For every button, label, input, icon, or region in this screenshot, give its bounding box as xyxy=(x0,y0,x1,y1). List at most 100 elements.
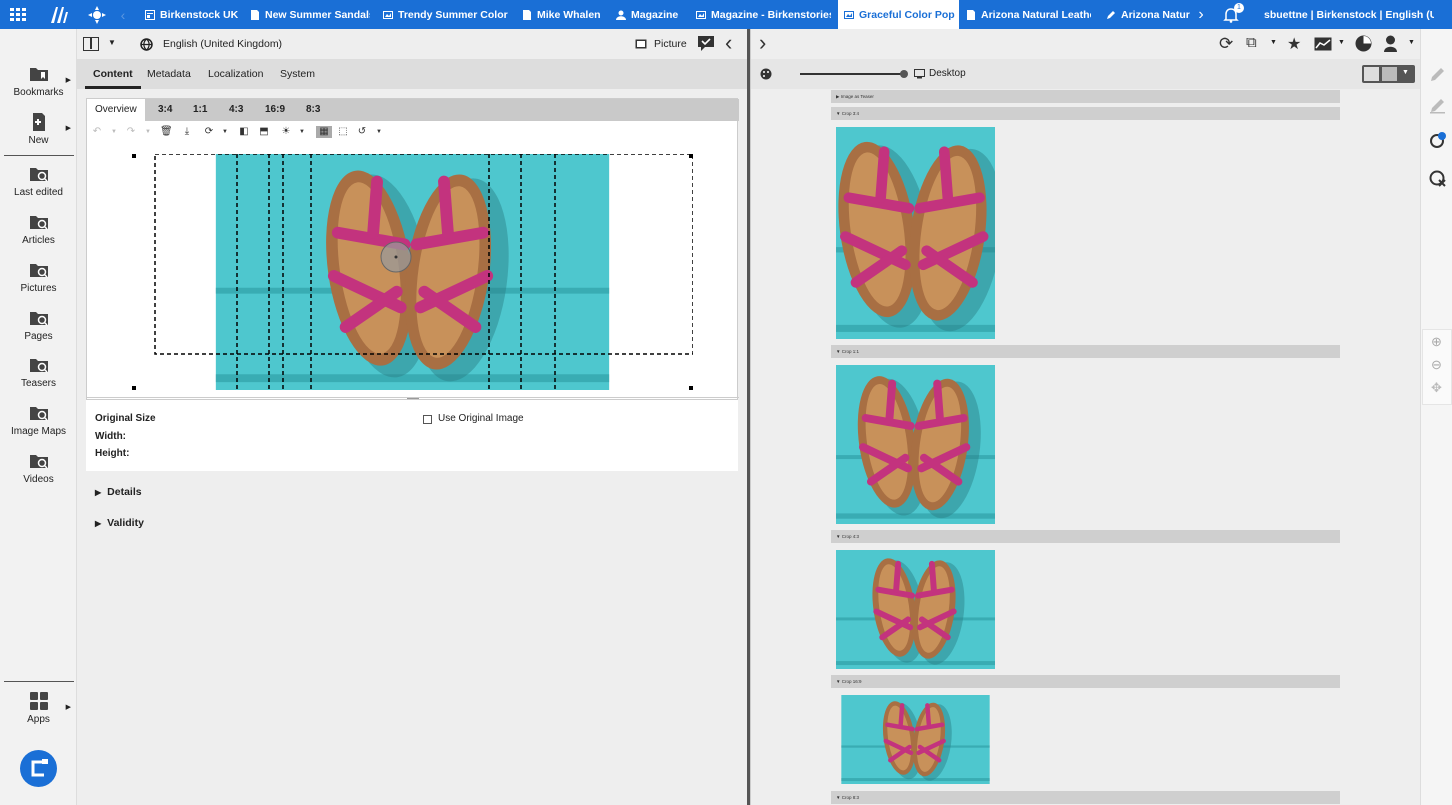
section-title: Image as Teaser xyxy=(840,94,874,99)
tab-metadata[interactable]: Metadata xyxy=(147,59,191,89)
crop-frame-icon[interactable]: ⬚ xyxy=(337,126,349,138)
view-mode-split-icon[interactable] xyxy=(1382,67,1397,81)
crop-canvas[interactable] xyxy=(132,154,693,390)
nav-new[interactable]: New ▶ xyxy=(0,112,77,146)
preview-section-crop-8-3[interactable]: ▼ Crop 8:3 xyxy=(831,791,1340,804)
nav-bookmarks[interactable]: Bookmarks ▶ xyxy=(0,64,77,98)
redo-dropdown-icon[interactable]: ▼ xyxy=(142,126,154,138)
analytics-dropdown-icon[interactable]: ▼ xyxy=(1338,39,1345,46)
use-original-checkbox[interactable] xyxy=(423,415,432,424)
image-with-crop-overlays xyxy=(132,154,693,390)
open-external-dropdown-icon[interactable]: ▼ xyxy=(1270,39,1277,46)
brightness-dropdown-icon[interactable]: ▼ xyxy=(296,126,308,138)
crop-tab-16-9[interactable]: 16:9 xyxy=(265,99,285,121)
comments-icon[interactable] xyxy=(697,35,715,52)
sync-badge-icon[interactable] xyxy=(1429,132,1446,149)
crop-tab-overview[interactable]: Overview xyxy=(87,99,145,121)
tab-system[interactable]: System xyxy=(280,59,315,89)
nav-last-edited[interactable]: Last edited xyxy=(0,164,77,198)
scroll-tabs-left-icon[interactable]: ‹ xyxy=(115,0,131,29)
tab-magazine-birkenstories[interactable]: Magazine - Birkenstories xyxy=(696,0,831,29)
download-icon[interactable]: ⤓ xyxy=(181,126,193,138)
brightness-icon[interactable]: ☀ xyxy=(280,126,292,138)
image-tools: ↶ ▼ ↷ ▼ 🗑 ⤓ ⟳ ▼ ◧ ⬒ ☀ ▼ ▦ ⬚ ↺ ▼ xyxy=(87,121,739,143)
device-label[interactable]: Desktop xyxy=(929,68,966,79)
crop-tab-4-3[interactable]: 4:3 xyxy=(229,99,243,121)
validity-section[interactable]: ▶ Validity xyxy=(95,517,144,529)
split-view-icon[interactable] xyxy=(83,37,99,51)
undo-icon[interactable]: ↶ xyxy=(91,126,103,138)
document-icon xyxy=(523,9,531,20)
scroll-tabs-right-icon[interactable]: › xyxy=(1192,0,1210,29)
tab-trendy-summer-colors[interactable]: Trendy Summer Colors xyxy=(383,0,508,29)
delete-icon[interactable]: 🗑 xyxy=(160,126,173,138)
refresh-icon[interactable]: ⟳ xyxy=(1219,34,1233,54)
pan-move-icon[interactable]: ✥ xyxy=(1431,380,1442,396)
redo-icon[interactable]: ↷ xyxy=(125,126,137,138)
tab-graceful-color-pop[interactable]: Graceful Color Pop ✕ xyxy=(838,0,959,29)
split-view-dropdown-icon[interactable]: ▼ xyxy=(108,38,116,47)
grid-menu-icon[interactable] xyxy=(4,0,34,29)
view-mode-dropdown-icon[interactable]: ▼ xyxy=(1402,69,1409,76)
zoom-slider-thumb[interactable] xyxy=(900,70,908,78)
user-dropdown-icon[interactable]: ▼ xyxy=(1408,39,1415,46)
nav-pictures[interactable]: Pictures xyxy=(0,260,77,294)
tab-magazine[interactable]: Magazine xyxy=(616,0,684,29)
tab-localization[interactable]: Localization xyxy=(208,59,263,89)
notifications-bell-icon[interactable]: 1 xyxy=(1217,0,1245,29)
preview-section-crop-1-1[interactable]: ▼ Crop 1:1 xyxy=(831,345,1340,358)
preview-section-crop-16-9[interactable]: ▼ Crop 16:9 xyxy=(831,675,1340,688)
nav-articles[interactable]: Articles xyxy=(0,212,77,246)
history-pie-icon[interactable] xyxy=(1355,35,1372,52)
notification-count-badge: 1 xyxy=(1234,3,1244,13)
reset-icon[interactable]: ↺ xyxy=(356,126,368,138)
open-external-icon[interactable]: ⧉ xyxy=(1246,34,1257,51)
reset-dropdown-icon[interactable]: ▼ xyxy=(373,126,385,138)
flip-horizontal-icon[interactable]: ◧ xyxy=(238,126,250,138)
flip-vertical-icon[interactable]: ⬒ xyxy=(258,126,270,138)
crop-tab-8-3[interactable]: 8:3 xyxy=(306,99,320,121)
analytics-chart-icon[interactable] xyxy=(1314,37,1332,51)
palette-icon[interactable] xyxy=(760,68,772,80)
crop-tab-3-4[interactable]: 3:4 xyxy=(158,99,172,121)
tab-arizona-natural-leather[interactable]: Arizona Natural Leather xyxy=(966,0,1091,29)
nav-pages[interactable]: Pages xyxy=(0,308,77,342)
preview-section-image-as-teaser[interactable]: ▶ Image as Teaser xyxy=(831,90,1340,103)
nav-image-maps[interactable]: Image Maps xyxy=(0,403,77,437)
favorite-star-icon[interactable]: ★ xyxy=(1287,34,1301,54)
nav-videos[interactable]: Videos xyxy=(0,451,77,485)
nav-label: Teasers xyxy=(20,378,56,389)
crop-grid-icon[interactable]: ▦ xyxy=(316,126,332,138)
collapse-left-icon[interactable]: ‹ xyxy=(725,30,732,56)
zoom-slider[interactable] xyxy=(800,70,908,78)
details-section[interactable]: ▶ Details xyxy=(95,486,142,498)
pencil-icon xyxy=(1107,10,1115,19)
tab-arizona-natural[interactable]: Arizona Natural xyxy=(1106,0,1190,29)
undo-dropdown-icon[interactable]: ▼ xyxy=(108,126,120,138)
nav-teasers[interactable]: Teasers xyxy=(0,355,77,389)
user-avatar-icon[interactable] xyxy=(1383,34,1398,52)
globe-remove-icon[interactable] xyxy=(1429,170,1446,187)
edit-pen-icon[interactable] xyxy=(1429,66,1446,83)
chat-assistant-button[interactable] xyxy=(20,750,57,787)
tab-birkenstock-uk[interactable]: Birkenstock UK xyxy=(145,0,240,29)
user-session-label[interactable]: sbuettne | Birkenstock | English (U... xyxy=(1264,0,1434,29)
view-mode-single-icon[interactable] xyxy=(1364,67,1379,81)
nav-apps[interactable]: Apps ▶ xyxy=(0,691,77,725)
teasers-icon xyxy=(29,359,48,373)
zoom-in-icon[interactable]: ⊕ xyxy=(1431,334,1442,350)
expand-right-icon[interactable]: › xyxy=(759,30,766,56)
preview-section-crop-3-4[interactable]: ▼ Crop 3:4 xyxy=(831,107,1340,120)
crop-tab-1-1[interactable]: 1:1 xyxy=(193,99,207,121)
rotate-dropdown-icon[interactable]: ▼ xyxy=(219,126,231,138)
annotate-pen-icon[interactable] xyxy=(1429,97,1446,114)
tab-new-summer-sandals[interactable]: New Summer Sandals xyxy=(250,0,370,29)
section-title: Crop 16:9 xyxy=(841,679,862,684)
zoom-out-icon[interactable]: ⊖ xyxy=(1431,357,1442,373)
navigation-compass-icon[interactable] xyxy=(82,0,112,29)
locale-selector[interactable]: English (United Kingdom) xyxy=(163,38,282,50)
tab-mike-whalen[interactable]: Mike Whalen xyxy=(522,0,602,29)
rotate-icon[interactable]: ⟳ xyxy=(203,126,215,138)
preview-section-crop-4-3[interactable]: ▼ Crop 4:3 xyxy=(831,530,1340,543)
tab-content[interactable]: Content xyxy=(85,59,141,89)
